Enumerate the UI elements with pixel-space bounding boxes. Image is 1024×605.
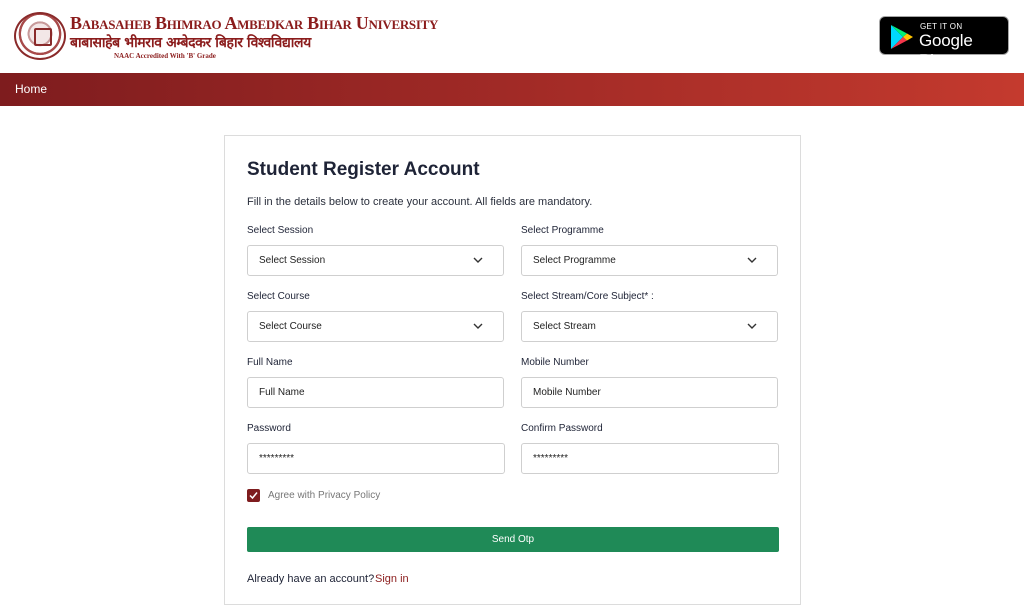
stream-select-value: Select Stream	[533, 321, 596, 332]
full-name-label: Full Name	[247, 357, 293, 368]
logo-accreditation: NAAC Accredited With 'B' Grade	[114, 52, 216, 60]
full-name-input[interactable]: Full Name	[247, 377, 504, 408]
stream-select[interactable]: Select Stream	[521, 311, 778, 342]
stream-label: Select Stream/Core Subject* :	[521, 291, 654, 302]
university-seal-icon	[14, 12, 66, 60]
chevron-down-icon	[473, 257, 483, 263]
mobile-label: Mobile Number	[521, 357, 589, 368]
confirm-password-input[interactable]: *********	[521, 443, 779, 474]
privacy-label[interactable]: Agree with Privacy Policy	[268, 490, 380, 501]
form-instructions: Fill in the details below to create your…	[247, 196, 593, 208]
sign-in-link[interactable]: Sign in	[375, 573, 409, 585]
chevron-down-icon	[747, 323, 757, 329]
chevron-down-icon	[473, 323, 483, 329]
programme-select[interactable]: Select Programme	[521, 245, 778, 276]
chevron-down-icon	[747, 257, 757, 263]
main-navbar: Home	[0, 73, 1024, 106]
course-select[interactable]: Select Course	[247, 311, 504, 342]
logo-title-hindi: बाबासाहेब भीमराव अम्बेदकर बिहार विश्वविद…	[70, 35, 311, 51]
confirm-password-label: Confirm Password	[521, 423, 603, 434]
site-header: Babasaheb Bhimrao Ambedkar Bihar Univers…	[0, 0, 1024, 73]
session-label: Select Session	[247, 225, 314, 236]
session-select[interactable]: Select Session	[247, 245, 504, 276]
store-caption: GET IT ON	[920, 22, 963, 31]
register-card: Student Register Account Fill in the det…	[224, 135, 801, 605]
university-logo[interactable]: Babasaheb Bhimrao Ambedkar Bihar Univers…	[14, 12, 438, 61]
password-label: Password	[247, 423, 291, 434]
password-input[interactable]: *********	[247, 443, 505, 474]
mobile-input[interactable]: Mobile Number	[521, 377, 778, 408]
google-play-badge[interactable]: GET IT ON Google Play	[879, 16, 1009, 70]
privacy-checkbox[interactable]	[247, 489, 260, 502]
course-select-value: Select Course	[259, 321, 322, 332]
programme-label: Select Programme	[521, 225, 604, 236]
programme-select-value: Select Programme	[533, 255, 616, 266]
course-label: Select Course	[247, 291, 310, 302]
store-name: Google Play	[919, 31, 973, 70]
page-title: Student Register Account	[247, 159, 480, 180]
session-select-value: Select Session	[259, 255, 326, 266]
google-play-icon	[891, 25, 913, 49]
send-otp-button[interactable]: Send Otp	[247, 527, 779, 552]
nav-home-link[interactable]: Home	[15, 82, 47, 96]
checkmark-icon	[249, 492, 258, 500]
already-account-text: Already have an account?	[247, 573, 375, 585]
logo-title-english: Babasaheb Bhimrao Ambedkar Bihar Univers…	[70, 13, 439, 33]
